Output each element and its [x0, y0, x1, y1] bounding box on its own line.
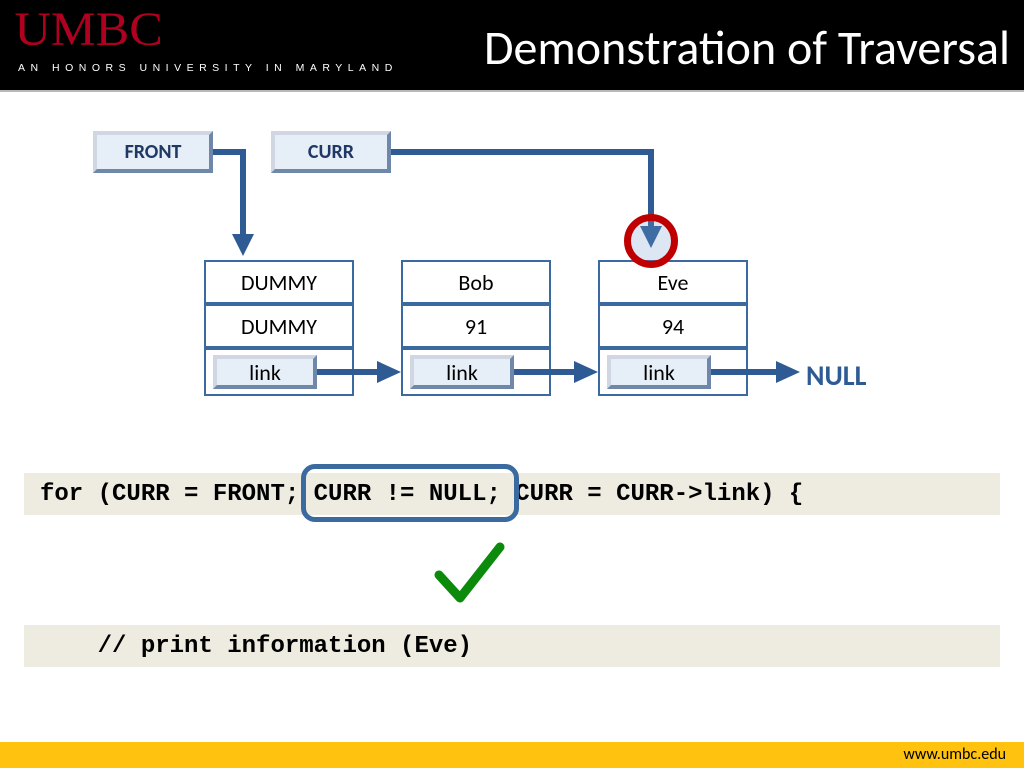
node1-link-label: link: [410, 355, 514, 389]
node0-link-label: link: [213, 355, 317, 389]
code-line-2: // print information (Eve): [24, 625, 1000, 667]
code-condition-highlight: [301, 464, 519, 522]
null-label: NULL: [806, 358, 866, 393]
footer: [0, 742, 1024, 768]
tagline: AN HONORS UNIVERSITY IN MARYLAND: [18, 62, 398, 74]
slide-title: Demonstration of Traversal: [484, 18, 1010, 77]
node0-name-cell: DUMMY: [204, 260, 354, 304]
node1-name-cell: Bob: [401, 260, 551, 304]
header-separator: [0, 90, 1024, 92]
curr-pointer-box: CURR: [271, 131, 391, 173]
highlight-ring-icon: [624, 214, 678, 268]
front-pointer-box: FRONT: [93, 131, 213, 173]
node2-link-label: link: [607, 355, 711, 389]
node1-value-cell: 91: [401, 304, 551, 348]
footer-url: www.umbc.edu: [903, 745, 1006, 764]
node2-name-cell: Eve: [598, 260, 748, 304]
node2-value-cell: 94: [598, 304, 748, 348]
node0-value-cell: DUMMY: [204, 304, 354, 348]
logo: UMBC: [14, 2, 162, 57]
header: UMBC AN HONORS UNIVERSITY IN MARYLAND De…: [0, 0, 1024, 90]
